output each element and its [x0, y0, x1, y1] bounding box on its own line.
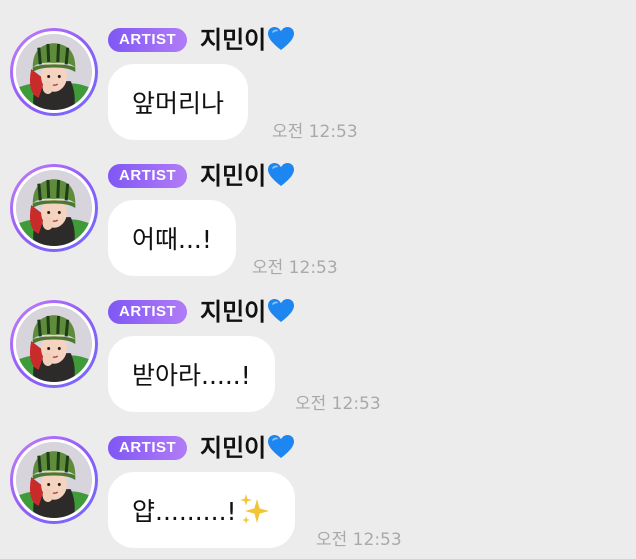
- avatar-ring: [13, 167, 95, 249]
- message-text: 앞머리나: [132, 89, 225, 118]
- message-text: 어때...!: [132, 225, 212, 254]
- avatar-ring: [13, 31, 95, 113]
- artist-badge: ARTIST: [108, 28, 188, 52]
- artist-badge: ARTIST: [108, 436, 188, 460]
- avatar[interactable]: [10, 300, 98, 388]
- artist-badge: ARTIST: [108, 164, 188, 188]
- sender-name-row: 지민이: [200, 296, 295, 328]
- blue-heart-icon: [267, 298, 295, 324]
- chat-message: ARTIST 지민이 얍.........! 오전 12:53: [0, 408, 636, 550]
- avatar-ring: [13, 303, 95, 385]
- sender-name: 지민이: [200, 298, 267, 326]
- message-bubble[interactable]: 얍.........!: [108, 472, 295, 548]
- sender-name-row: 지민이: [200, 160, 295, 192]
- chat-message: ARTIST 지민이 앞머리나 오전 12:53: [0, 0, 636, 142]
- sender-name-row: 지민이: [200, 432, 295, 464]
- avatar-photo: [16, 34, 92, 110]
- blue-heart-icon: [267, 26, 295, 52]
- avatar-photo: [16, 306, 92, 382]
- sender-name: 지민이: [200, 434, 267, 462]
- avatar-photo: [16, 442, 92, 518]
- message-bubble[interactable]: 어때...!: [108, 200, 236, 276]
- avatar[interactable]: [10, 28, 98, 116]
- sender-name: 지민이: [200, 162, 267, 190]
- artist-badge: ARTIST: [108, 300, 188, 324]
- message-text: 얍.........!: [132, 497, 237, 526]
- avatar[interactable]: [10, 164, 98, 252]
- chat-message: ARTIST 지민이 받아라.....! 오전 12:53: [0, 272, 636, 414]
- avatar-ring: [13, 439, 95, 521]
- message-bubble[interactable]: 받아라.....!: [108, 336, 275, 412]
- chat-message: ARTIST 지민이 어때...! 오전 12:53: [0, 136, 636, 278]
- message-text: 받아라.....!: [132, 361, 251, 390]
- sparkles-icon: [239, 493, 271, 527]
- blue-heart-icon: [267, 434, 295, 460]
- message-timestamp: 오전 12:53: [316, 530, 402, 550]
- sender-name: 지민이: [200, 26, 267, 54]
- avatar[interactable]: [10, 436, 98, 524]
- message-bubble[interactable]: 앞머리나: [108, 64, 249, 140]
- blue-heart-icon: [267, 162, 295, 188]
- sender-name-row: 지민이: [200, 24, 295, 56]
- avatar-photo: [16, 170, 92, 246]
